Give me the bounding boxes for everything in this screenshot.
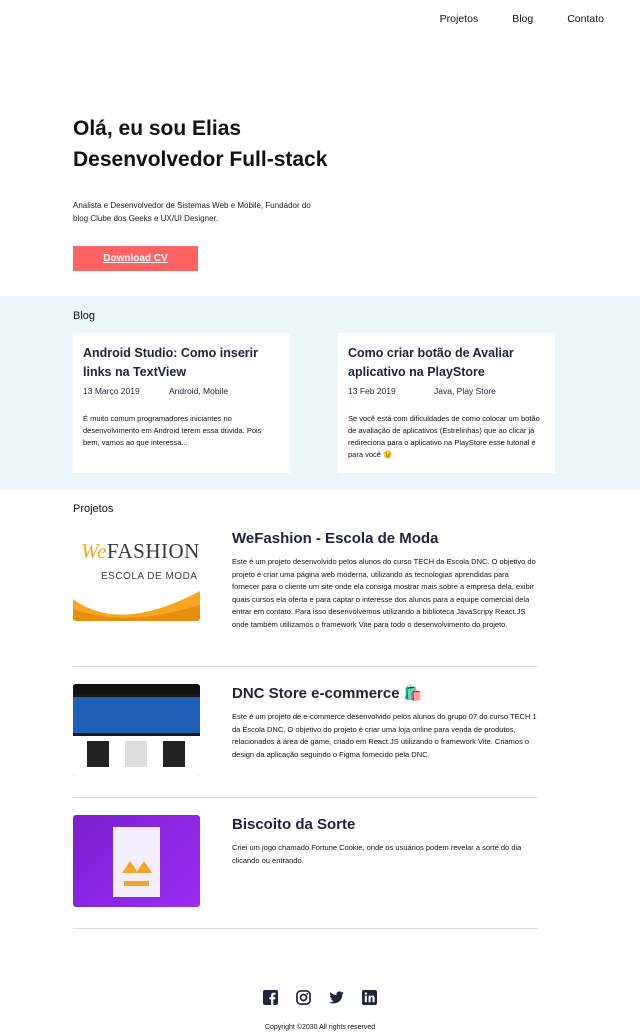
project-body: WeFashion - Escola de Moda Este é um pro…: [232, 529, 538, 632]
top-nav: Projetos Blog Contato: [406, 13, 604, 25]
project-body: Biscoito da Sorte Criei um jogo chamado …: [232, 815, 538, 867]
project-thumbnail[interactable]: [73, 684, 200, 776]
blog-post-date: 13 Março 2019: [83, 386, 140, 396]
project-item[interactable]: DNC Store e-commerce 🛍️ Este é um projet…: [73, 684, 538, 798]
nav-blog-link[interactable]: Blog: [512, 13, 533, 25]
game-button: [124, 881, 149, 886]
hero-description: Analista e Desenvolvedor de Sistemas Web…: [73, 201, 311, 223]
blog-post-excerpt: Se você está com dificuldades de como co…: [348, 414, 540, 459]
project-item[interactable]: WeFASHION ESCOLA DE MODA WeFashion - Esc…: [73, 529, 538, 667]
blog-section-title: Blog: [73, 310, 96, 322]
project-title[interactable]: DNC Store e-commerce 🛍️: [232, 684, 538, 704]
hero-title: Olá, eu sou Elias Desenvolvedor Full-sta…: [73, 113, 373, 175]
nav-contato-link[interactable]: Contato: [567, 13, 604, 25]
blog-post-tags: Java, Play Store: [434, 386, 496, 396]
project-description: Criei um jogo chamado Fortune Cookie, on…: [232, 843, 522, 865]
project-thumbnail[interactable]: [73, 815, 200, 907]
project-thumbnail[interactable]: WeFASHION ESCOLA DE MODA: [73, 529, 200, 621]
project-item[interactable]: Biscoito da Sorte Criei um jogo chamado …: [73, 815, 538, 929]
download-cv-button[interactable]: Download CV: [73, 246, 198, 271]
blog-post-title[interactable]: Como criar botão de Avaliar aplicativo n…: [348, 344, 545, 382]
hero-title-line2: Desenvolvedor Full-stack: [73, 148, 328, 171]
blog-post-tags: Android, Mobile: [169, 386, 229, 396]
hero-section: Olá, eu sou Elias Desenvolvedor Full-sta…: [73, 113, 373, 271]
twitter-icon[interactable]: [329, 990, 344, 1005]
blog-post-date: 13 Feb 2019: [348, 386, 396, 396]
blog-post-meta: 13 Março 2019 Android, Mobile: [83, 386, 280, 396]
project-description: Este é um projeto de e-commerce desenvol…: [232, 712, 537, 759]
facebook-icon[interactable]: [263, 990, 278, 1005]
instagram-icon[interactable]: [296, 990, 311, 1005]
copyright-text: Copyright ©2030 All rights reserved: [264, 1024, 376, 1031]
project-title[interactable]: WeFashion - Escola de Moda: [232, 529, 538, 549]
blog-post-title[interactable]: Android Studio: Como inserir links na Te…: [83, 344, 280, 382]
social-links: [263, 990, 377, 1005]
linkedin-icon[interactable]: [362, 990, 377, 1005]
projects-section-title: Projetos: [73, 503, 114, 515]
store-header-bar: [73, 684, 200, 694]
hero-title-line1: Olá, eu sou Elias: [73, 117, 242, 140]
blog-post-card[interactable]: Como criar botão de Avaliar aplicativo n…: [338, 333, 555, 473]
blog-section: Blog Android Studio: Como inserir links …: [0, 296, 640, 490]
store-products-grid: [73, 736, 200, 776]
blog-post-excerpt: É muito comum programadores iniciantes n…: [83, 414, 262, 447]
project-description: Este é um projeto desenvolvido pelos alu…: [232, 557, 536, 629]
wefashion-logo: WeFASHION: [81, 539, 200, 563]
product-image: [87, 741, 109, 767]
wave-decoration-icon: [73, 591, 200, 621]
product-image: [163, 741, 185, 767]
fortune-cookie-icon: [136, 861, 152, 873]
project-body: DNC Store e-commerce 🛍️ Este é um projet…: [232, 684, 538, 761]
store-banner: [73, 697, 200, 733]
project-title[interactable]: Biscoito da Sorte: [232, 815, 538, 835]
nav-projetos-link[interactable]: Projetos: [440, 13, 479, 25]
product-image: [125, 741, 147, 767]
blog-post-card[interactable]: Android Studio: Como inserir links na Te…: [73, 333, 290, 473]
blog-post-meta: 13 Feb 2019 Java, Play Store: [348, 386, 545, 396]
